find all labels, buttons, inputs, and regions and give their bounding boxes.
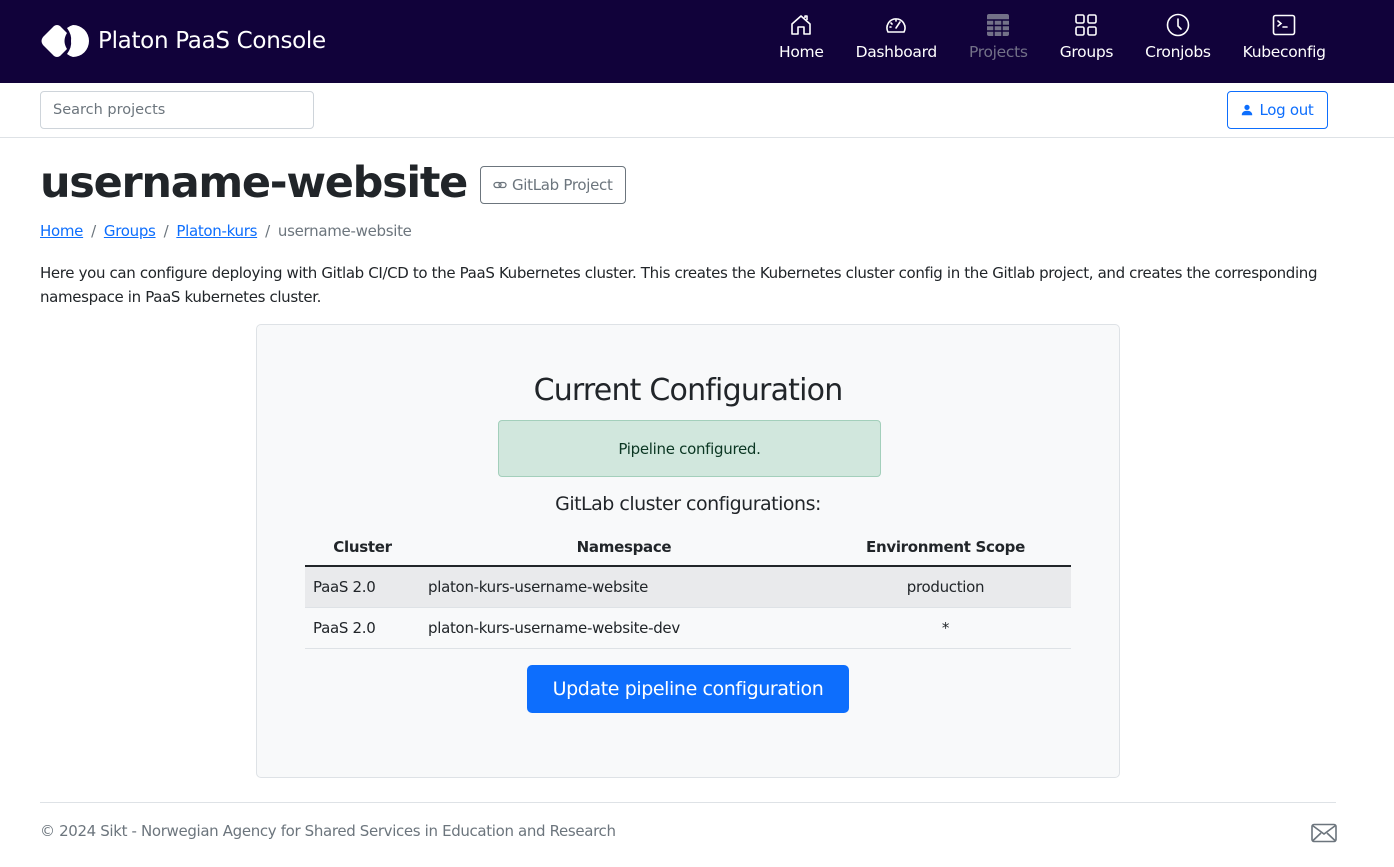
grid-icon [1073, 12, 1099, 38]
search-bar-section: Log out [0, 83, 1394, 138]
nav-kubeconfig[interactable]: Kubeconfig [1227, 12, 1342, 61]
header-cluster: Cluster [305, 529, 420, 567]
envelope-icon[interactable] [1311, 823, 1337, 843]
user-icon [1242, 104, 1253, 116]
intro-text: Here you can configure deploying with Gi… [40, 264, 1318, 306]
speedometer-icon [883, 12, 909, 38]
brand-link[interactable]: Platon PaaS Console [40, 22, 326, 60]
cell-environment-scope: * [820, 607, 1071, 649]
nav-home[interactable]: Home [763, 12, 840, 61]
title-row: username-website GitLab Project [40, 158, 626, 208]
nav-cronjobs[interactable]: Cronjobs [1129, 12, 1226, 61]
nav-projects[interactable]: Projects [953, 12, 1044, 61]
terminal-icon [1271, 12, 1297, 38]
footer-divider [40, 802, 1336, 803]
table-header-row: Cluster Namespace Environment Scope [305, 529, 1071, 567]
clock-icon [1165, 12, 1191, 38]
nav-home-label: Home [779, 43, 824, 61]
logout-button[interactable]: Log out [1227, 91, 1328, 129]
nav-dashboard-label: Dashboard [855, 43, 938, 61]
header-namespace: Namespace [420, 529, 820, 567]
platon-logo-icon [41, 25, 89, 57]
main-nav: Home Dashboard Projects Groups Cronjobs [763, 12, 1342, 61]
status-alert: Pipeline configured. [498, 420, 881, 477]
search-projects-input[interactable] [40, 91, 314, 129]
breadcrumb-separator: / [163, 222, 169, 240]
breadcrumb-home[interactable]: Home [40, 222, 83, 240]
table-icon [985, 12, 1011, 38]
footer-copyright: © 2024 Sikt - Norwegian Agency for Share… [40, 822, 616, 840]
nav-groups-label: Groups [1059, 43, 1114, 61]
breadcrumb-separator: / [265, 222, 270, 240]
cell-environment-scope: production [820, 566, 1071, 608]
table-row: PaaS 2.0 platon-kurs-username-website-de… [305, 607, 1071, 649]
config-title: Current Configuration [533, 373, 844, 408]
configuration-card: Current Configuration Pipeline configure… [256, 324, 1120, 778]
logout-label: Log out [1259, 101, 1314, 119]
gitlab-project-label: GitLab Project [511, 176, 613, 194]
cell-cluster: PaaS 2.0 [305, 607, 420, 649]
nav-dashboard[interactable]: Dashboard [840, 12, 953, 61]
cluster-config-subtitle: GitLab cluster configurations: [555, 493, 821, 515]
top-navbar: Platon PaaS Console Home Dashboard Proje… [0, 0, 1394, 83]
breadcrumb-separator: / [91, 222, 96, 240]
nav-projects-label: Projects [968, 43, 1028, 61]
brand-title: Platon PaaS Console [98, 28, 326, 54]
header-environment-scope: Environment Scope [820, 529, 1071, 567]
cluster-config-table: Cluster Namespace Environment Scope PaaS… [305, 529, 1071, 649]
breadcrumb-platon-kurs[interactable]: Platon-kurs [176, 222, 257, 240]
nav-cronjobs-label: Cronjobs [1145, 43, 1211, 61]
gitlab-project-button[interactable]: GitLab Project [479, 166, 626, 204]
table-row: PaaS 2.0 platon-kurs-username-website pr… [305, 566, 1071, 608]
nav-kubeconfig-label: Kubeconfig [1242, 43, 1326, 61]
nav-groups[interactable]: Groups [1044, 12, 1129, 61]
home-icon [788, 12, 814, 38]
cell-cluster: PaaS 2.0 [305, 566, 420, 608]
breadcrumb-current: username-website [277, 222, 412, 240]
cell-namespace: platon-kurs-username-website [420, 566, 820, 608]
link-icon [493, 181, 507, 189]
breadcrumb-groups[interactable]: Groups [104, 222, 156, 240]
update-pipeline-button[interactable]: Update pipeline configuration [527, 665, 849, 713]
page-title: username-website [40, 158, 468, 208]
breadcrumb: Home / Groups / Platon-kurs / username-w… [40, 222, 412, 240]
cell-namespace: platon-kurs-username-website-dev [420, 607, 820, 649]
